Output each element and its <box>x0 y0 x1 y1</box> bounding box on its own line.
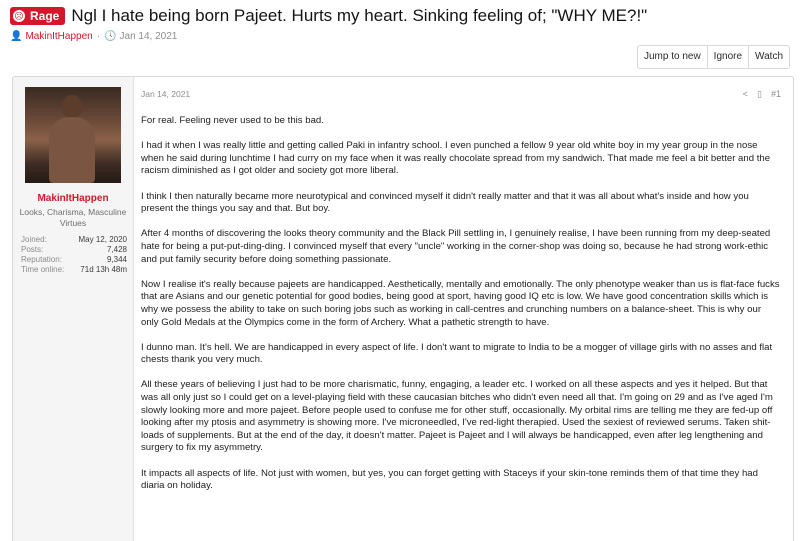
stat-value: 9,344 <box>106 255 127 264</box>
post-actions: < ▯ #1 <box>743 89 781 100</box>
thread-date[interactable]: Jan 14, 2021 <box>120 31 178 42</box>
thread-header: ☹ Rage Ngl I hate being born Pajeet. Hur… <box>10 6 790 46</box>
post: MakinItHappen Looks, Charisma, Masculine… <box>12 76 794 541</box>
stat-time-online: Time online: 71d 13h 48m <box>21 265 127 275</box>
stat-joined: Joined: May 12, 2020 <box>21 235 127 245</box>
thread-author[interactable]: MakinItHappen <box>25 31 92 42</box>
stat-label: Posts: <box>21 245 44 254</box>
thread-actions: Jump to new Ignore Watch <box>636 45 790 69</box>
post-paragraph: I dunno man. It's hell. We are handicapp… <box>141 341 773 366</box>
watch-button[interactable]: Watch <box>749 46 789 68</box>
prefix-badge[interactable]: ☹ Rage <box>10 7 66 25</box>
avatar-head-shape <box>62 95 82 119</box>
stat-value: 71d 13h 48m <box>80 265 127 274</box>
clock-icon: 🕓 <box>104 31 117 42</box>
avatar[interactable] <box>25 87 121 183</box>
thread-title: Ngl I hate being born Pajeet. Hurts my h… <box>71 6 648 25</box>
bookmark-icon[interactable]: ▯ <box>757 89 762 100</box>
user-title: Looks, Charisma, Masculine Virtues <box>19 207 127 228</box>
post-date[interactable]: Jan 14, 2021 <box>141 89 190 99</box>
post-body: For real. Feeling never used to be this … <box>141 115 781 493</box>
stat-label: Time online: <box>21 265 65 274</box>
post-paragraph: After 4 months of discovering the looks … <box>141 228 771 265</box>
post-paragraph: For real. Feeling never used to be this … <box>141 115 324 126</box>
post-paragraph: Now I realise it's really because pajeet… <box>141 278 780 328</box>
prefix-label: Rage <box>30 9 60 23</box>
post-paragraph: I think I then naturally became more neu… <box>141 190 749 215</box>
ignore-button[interactable]: Ignore <box>708 46 750 68</box>
post-header: Jan 14, 2021 < ▯ #1 <box>141 87 781 101</box>
share-icon[interactable]: < <box>743 89 748 99</box>
meta-separator: · <box>96 31 101 42</box>
post-paragraph: All these years of believing I just had … <box>141 379 773 454</box>
post-paragraph: I had it when I was really little and ge… <box>141 140 771 177</box>
post-username[interactable]: MakinItHappen <box>13 193 133 204</box>
thread-meta: 👤 MakinItHappen · 🕓 Jan 14, 2021 <box>10 31 790 42</box>
user-stats: Joined: May 12, 2020 Posts: 7,428 Reputa… <box>21 235 127 275</box>
stat-value: 7,428 <box>106 245 127 254</box>
stat-value: May 12, 2020 <box>78 235 127 244</box>
post-number[interactable]: #1 <box>771 89 781 99</box>
jump-to-new-button[interactable]: Jump to new <box>638 46 708 68</box>
post-paragraph: It impacts all aspects of life. Not just… <box>141 467 758 492</box>
stat-label: Joined: <box>21 235 47 244</box>
stat-posts: Posts: 7,428 <box>21 245 127 255</box>
avatar-torso-shape <box>49 117 95 183</box>
stat-reputation: Reputation: 9,344 <box>21 255 127 265</box>
user-icon: 👤 <box>10 31 23 42</box>
title-row: ☹ Rage Ngl I hate being born Pajeet. Hur… <box>10 6 790 26</box>
stat-label: Reputation: <box>21 255 62 264</box>
post-user-panel: MakinItHappen Looks, Charisma, Masculine… <box>13 77 134 541</box>
post-message: Jan 14, 2021 < ▯ #1 For real. Feeling ne… <box>141 77 793 541</box>
rage-icon: ☹ <box>13 10 25 22</box>
